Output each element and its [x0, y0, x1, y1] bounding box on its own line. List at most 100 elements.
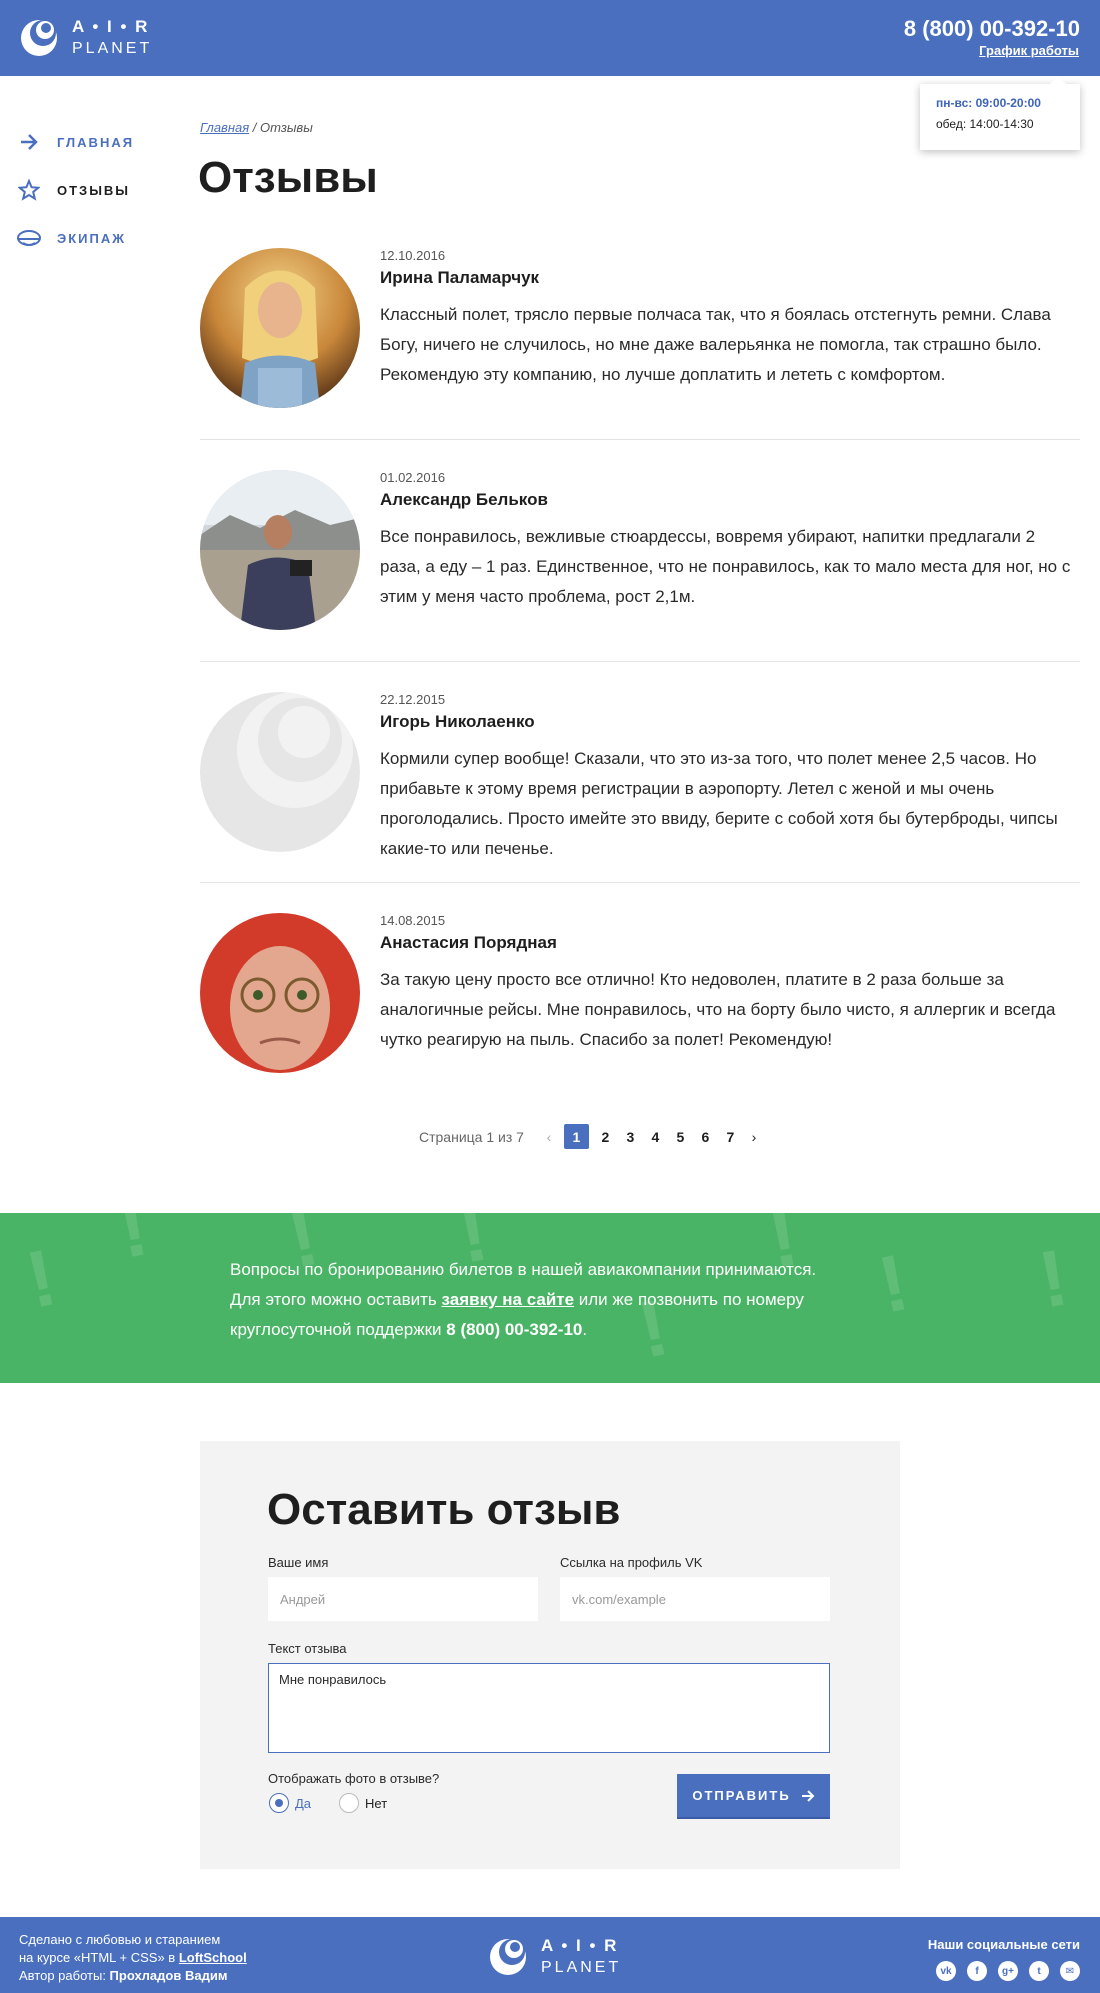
review-date: 01.02.2016 — [380, 470, 446, 485]
logo-subtitle: PLANET — [541, 1958, 622, 1976]
site-header: A • I • R PLANET 8 (800) 00-392-10 Графи… — [0, 0, 1100, 76]
google-plus-icon[interactable]: g+ — [998, 1961, 1018, 1981]
pagination-prev-icon[interactable]: ‹ — [538, 1129, 560, 1145]
planet-logo-icon — [20, 17, 58, 57]
pagination-page[interactable]: 1 — [563, 1124, 589, 1149]
pilot-cap-icon — [17, 226, 41, 250]
review-author: Анастасия Порядная — [380, 933, 557, 952]
review-item: 22.12.2015 Игорь Николаенко Кормили супе… — [200, 692, 1080, 872]
breadcrumb-current: Отзывы — [260, 120, 313, 135]
pagination-page[interactable]: 3 — [618, 1124, 643, 1149]
avatar — [200, 470, 360, 630]
sidebar-item-home[interactable]: ГЛАВНАЯ — [17, 118, 134, 166]
schedule-tooltip: пн-вс: 09:00-20:00 обед: 14:00-14:30 — [920, 76, 1080, 150]
support-phone[interactable]: 8 (800) 00-392-10 — [446, 1320, 582, 1339]
pagination-page[interactable]: 5 — [668, 1124, 693, 1149]
sidebar-item-reviews[interactable]: ОТЗЫВЫ — [17, 166, 134, 214]
twitter-icon[interactable]: t — [1029, 1961, 1049, 1981]
exclamation-decor-icon: ! — [112, 1213, 155, 1275]
sidebar-item-label: ОТЗЫВЫ — [57, 182, 131, 198]
schedule-link[interactable]: График работы — [979, 43, 1079, 58]
submit-button[interactable]: ОТПРАВИТЬ — [677, 1774, 830, 1819]
name-field[interactable]: Андрей — [268, 1577, 538, 1621]
review-date: 14.08.2015 — [380, 913, 446, 928]
radio-yes-label: Да — [295, 1795, 312, 1811]
exclamation-decor-icon: ! — [18, 1232, 64, 1325]
review-item: 01.02.2016 Александр Бельков Все понрави… — [200, 470, 1080, 630]
vk-icon[interactable]: vk — [936, 1961, 956, 1981]
footer-logo[interactable]: A • I • R PLANET — [489, 1936, 621, 1976]
radio-yes[interactable] — [269, 1793, 289, 1813]
pagination-page[interactable]: 6 — [693, 1124, 718, 1149]
avatar — [200, 913, 360, 1073]
request-link[interactable]: заявку на сайте — [442, 1290, 575, 1309]
submit-label: ОТПРАВИТЬ — [692, 1788, 791, 1803]
sidebar-item-label: ЭКИПАЖ — [57, 230, 127, 246]
info-banner: ! ! ! ! ! ! ! ! Вопросы по бронированию … — [0, 1213, 1100, 1383]
info-line: или же позвонить по номеру — [574, 1290, 804, 1309]
arrow-right-icon — [17, 130, 41, 154]
review-text: Классный полет, трясло первые полчаса та… — [380, 305, 1051, 384]
review-date: 12.10.2016 — [380, 248, 446, 263]
arrow-right-icon — [801, 1789, 815, 1802]
review-text-label: Текст отзыва — [268, 1641, 347, 1656]
review-text: Все понравилось, вежливые стюардессы, во… — [380, 527, 1071, 606]
facebook-icon[interactable]: f — [967, 1961, 987, 1981]
mail-icon[interactable]: ✉ — [1060, 1961, 1080, 1981]
review-author: Игорь Николаенко — [380, 712, 535, 731]
info-line: круглосуточной поддержки — [230, 1320, 447, 1339]
star-icon — [17, 178, 41, 202]
review-textarea[interactable]: Мне понравилось — [268, 1663, 830, 1753]
header-phone[interactable]: 8 (800) 00-392-10 — [904, 16, 1080, 42]
logo[interactable]: A • I • R PLANET — [20, 17, 152, 57]
review-divider — [200, 661, 1080, 662]
radio-no-label: Нет — [365, 1795, 388, 1811]
review-divider — [200, 882, 1080, 883]
pagination-next-icon[interactable]: › — [743, 1129, 765, 1145]
pagination: Страница 1 из 7 ‹ 1 2 3 4 5 6 7 › — [419, 1124, 765, 1149]
site-footer: Сделано с любовью и старанием на курсе «… — [0, 1917, 1100, 1993]
pagination-page[interactable]: 4 — [643, 1124, 668, 1149]
pagination-page[interactable]: 7 — [718, 1124, 743, 1149]
review-form: Оставить отзыв Ваше имя Андрей Ссылка на… — [200, 1441, 900, 1869]
info-line: . — [582, 1320, 588, 1339]
avatar — [200, 248, 360, 408]
breadcrumb-home-link[interactable]: Главная — [200, 120, 249, 135]
pagination-page[interactable]: 2 — [593, 1124, 618, 1149]
review-text: За такую цену просто все отлично! Кто не… — [380, 970, 1056, 1049]
loftschool-link[interactable]: LoftSchool — [179, 1950, 247, 1965]
info-line: Вопросы по бронированию билетов в нашей … — [230, 1260, 817, 1279]
review-date: 22.12.2015 — [380, 692, 446, 707]
footer-line: Сделано с любовью и старанием — [19, 1932, 221, 1947]
vk-field[interactable]: vk.com/example — [560, 1577, 830, 1621]
exclamation-decor-icon: ! — [1032, 1232, 1075, 1325]
breadcrumb-separator: / — [249, 120, 261, 135]
review-text: Кормили супер вообще! Сказали, что это и… — [380, 749, 1058, 858]
schedule-hours: пн-вс: 09:00-20:00 — [936, 96, 1041, 110]
photo-question-label: Отображать фото в отзыве? — [268, 1771, 440, 1786]
sidebar-item-label: ГЛАВНАЯ — [57, 134, 135, 150]
pagination-info: Страница 1 из 7 — [419, 1128, 524, 1145]
radio-no[interactable] — [339, 1793, 360, 1813]
avatar-placeholder — [200, 692, 360, 852]
review-divider — [200, 439, 1080, 440]
schedule-lunch: обед: 14:00-14:30 — [936, 117, 1034, 131]
logo-title: A • I • R — [541, 1935, 619, 1955]
breadcrumb: Главная / Отзывы — [200, 120, 313, 135]
sidebar-nav: ГЛАВНАЯ ОТЗЫВЫ ЭКИПАЖ — [17, 118, 134, 262]
photo-radio-group: Да Нет — [269, 1793, 387, 1813]
review-author: Александр Бельков — [380, 490, 548, 509]
sidebar-item-crew[interactable]: ЭКИПАЖ — [17, 214, 134, 262]
logo-subtitle: PLANET — [72, 39, 153, 57]
review-item: 14.08.2015 Анастасия Порядная За такую ц… — [200, 913, 1080, 1073]
planet-logo-icon — [489, 1936, 527, 1976]
logo-title: A • I • R — [72, 16, 150, 36]
name-label: Ваше имя — [268, 1555, 329, 1570]
page-title: Отзывы — [198, 153, 378, 202]
review-author: Ирина Паламарчук — [380, 268, 540, 287]
footer-author: Прохладов Вадим — [109, 1968, 228, 1983]
social-title: Наши социальные сети — [927, 1937, 1080, 1952]
footer-credits: Сделано с любовью и старанием на курсе «… — [19, 1931, 247, 1985]
info-banner-text: Вопросы по бронированию билетов в нашей … — [230, 1255, 890, 1345]
form-title: Оставить отзыв — [267, 1485, 621, 1534]
